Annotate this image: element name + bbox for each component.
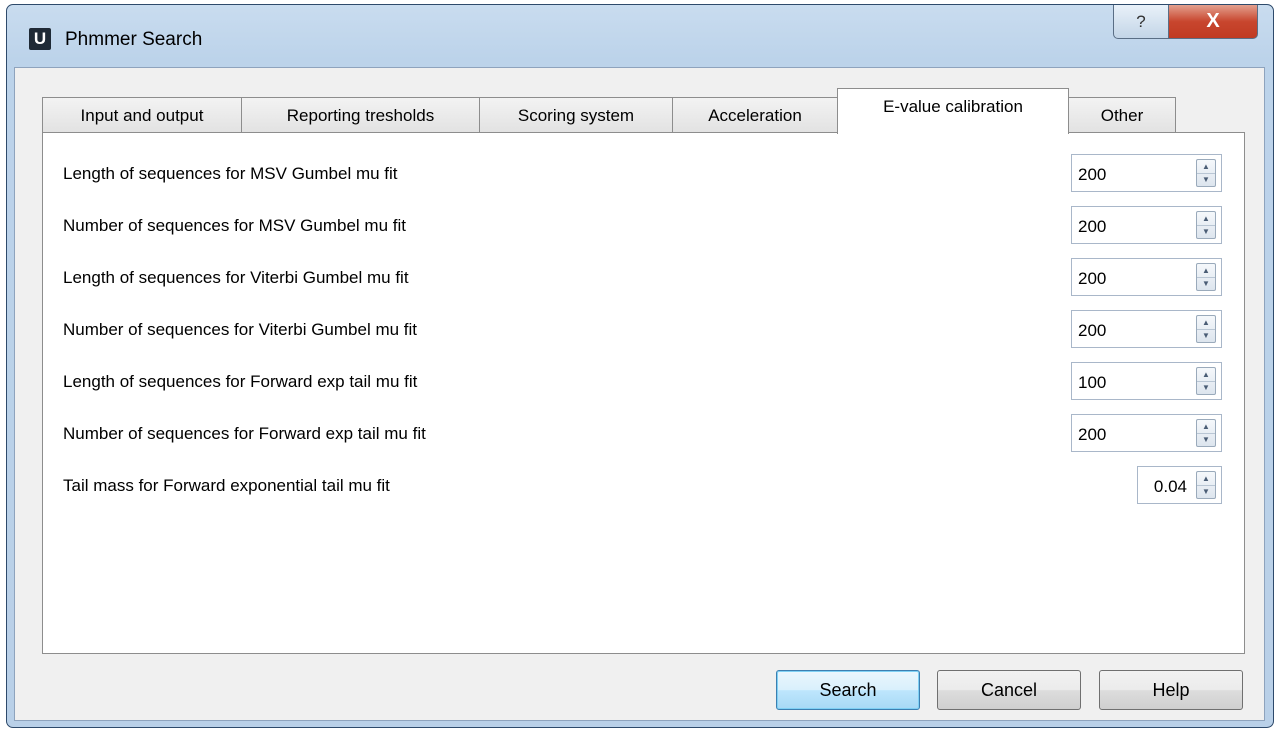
spin-down-icon[interactable]: ▼ [1197,225,1215,238]
window-title: Phmmer Search [65,29,203,50]
field-row: Number of sequences for MSV Gumbel mu fi… [43,206,1244,246]
field-row: Tail mass for Forward exponential tail m… [43,466,1244,506]
msv-length-spinbox[interactable]: 200 ▲ ▼ [1071,154,1222,192]
e-value-calibration-panel: Length of sequences for MSV Gumbel mu fi… [42,132,1245,654]
viterbi-length-spinbox[interactable]: 200 ▲ ▼ [1071,258,1222,296]
close-icon: X [1206,10,1220,32]
field-label: Length of sequences for MSV Gumbel mu fi… [63,164,398,183]
spinbox-value[interactable]: 200 [1078,165,1106,185]
spin-up-icon[interactable]: ▲ [1197,264,1215,278]
spinbox-arrows: ▲ ▼ [1196,159,1216,187]
search-button[interactable]: Search [776,670,920,710]
field-label: Number of sequences for Forward exp tail… [63,424,426,443]
spinbox-arrows: ▲ ▼ [1196,211,1216,239]
question-mark-icon: ? [1136,11,1146,31]
tab-input-and-output[interactable]: Input and output [42,97,242,133]
field-label: Number of sequences for Viterbi Gumbel m… [63,320,418,339]
field-row: Length of sequences for MSV Gumbel mu fi… [43,154,1244,194]
forward-length-spinbox[interactable]: 100 ▲ ▼ [1071,362,1222,400]
tab-acceleration[interactable]: Acceleration [672,97,838,133]
spin-up-icon[interactable]: ▲ [1197,212,1215,226]
msv-number-spinbox[interactable]: 200 ▲ ▼ [1071,206,1222,244]
tab-reporting-tresholds[interactable]: Reporting tresholds [241,97,480,133]
spinbox-arrows: ▲ ▼ [1196,315,1216,343]
spinbox-value[interactable]: 200 [1078,217,1106,237]
help-button[interactable]: Help [1099,670,1243,710]
spinbox-value[interactable]: 100 [1078,373,1106,393]
spinbox-value[interactable]: 200 [1078,425,1106,445]
spinbox-value[interactable]: 200 [1078,269,1106,289]
app-icon: U [29,28,51,50]
tab-e-value-calibration[interactable]: E-value calibration [837,88,1069,134]
field-row: Length of sequences for Forward exp tail… [43,362,1244,402]
field-label: Tail mass for Forward exponential tail m… [63,476,390,495]
field-label: Length of sequences for Viterbi Gumbel m… [63,268,409,287]
phmmer-search-dialog: U Phmmer Search ? X Input and output Rep… [6,4,1274,728]
spinbox-value[interactable]: 200 [1078,321,1106,341]
help-caption-button[interactable]: ? [1113,5,1169,39]
spin-down-icon[interactable]: ▼ [1197,381,1215,394]
spin-up-icon[interactable]: ▲ [1197,316,1215,330]
forward-number-spinbox[interactable]: 200 ▲ ▼ [1071,414,1222,452]
dialog-body: Input and output Reporting tresholds Sco… [14,67,1265,721]
spin-down-icon[interactable]: ▼ [1197,277,1215,290]
tab-scoring-system[interactable]: Scoring system [479,97,673,133]
field-label: Number of sequences for MSV Gumbel mu fi… [63,216,406,235]
spinbox-arrows: ▲ ▼ [1196,367,1216,395]
spin-down-icon[interactable]: ▼ [1197,173,1215,186]
close-button[interactable]: X [1168,5,1258,39]
spin-up-icon[interactable]: ▲ [1197,160,1215,174]
spinbox-arrows: ▲ ▼ [1196,419,1216,447]
cancel-button[interactable]: Cancel [937,670,1081,710]
spin-down-icon[interactable]: ▼ [1197,433,1215,446]
spin-up-icon[interactable]: ▲ [1197,368,1215,382]
field-row: Length of sequences for Viterbi Gumbel m… [43,258,1244,298]
field-row: Number of sequences for Forward exp tail… [43,414,1244,454]
spinbox-arrows: ▲ ▼ [1196,471,1216,499]
spin-down-icon[interactable]: ▼ [1197,485,1215,498]
field-row: Number of sequences for Viterbi Gumbel m… [43,310,1244,350]
field-label: Length of sequences for Forward exp tail… [63,372,418,391]
spin-down-icon[interactable]: ▼ [1197,329,1215,342]
spinbox-value[interactable]: 0.04 [1154,477,1187,497]
spin-up-icon[interactable]: ▲ [1197,420,1215,434]
viterbi-number-spinbox[interactable]: 200 ▲ ▼ [1071,310,1222,348]
title-bar[interactable]: U Phmmer Search ? X [7,5,1273,67]
tab-other[interactable]: Other [1068,97,1176,133]
spinbox-arrows: ▲ ▼ [1196,263,1216,291]
tail-mass-spinbox[interactable]: 0.04 ▲ ▼ [1137,466,1222,504]
spin-up-icon[interactable]: ▲ [1197,472,1215,486]
